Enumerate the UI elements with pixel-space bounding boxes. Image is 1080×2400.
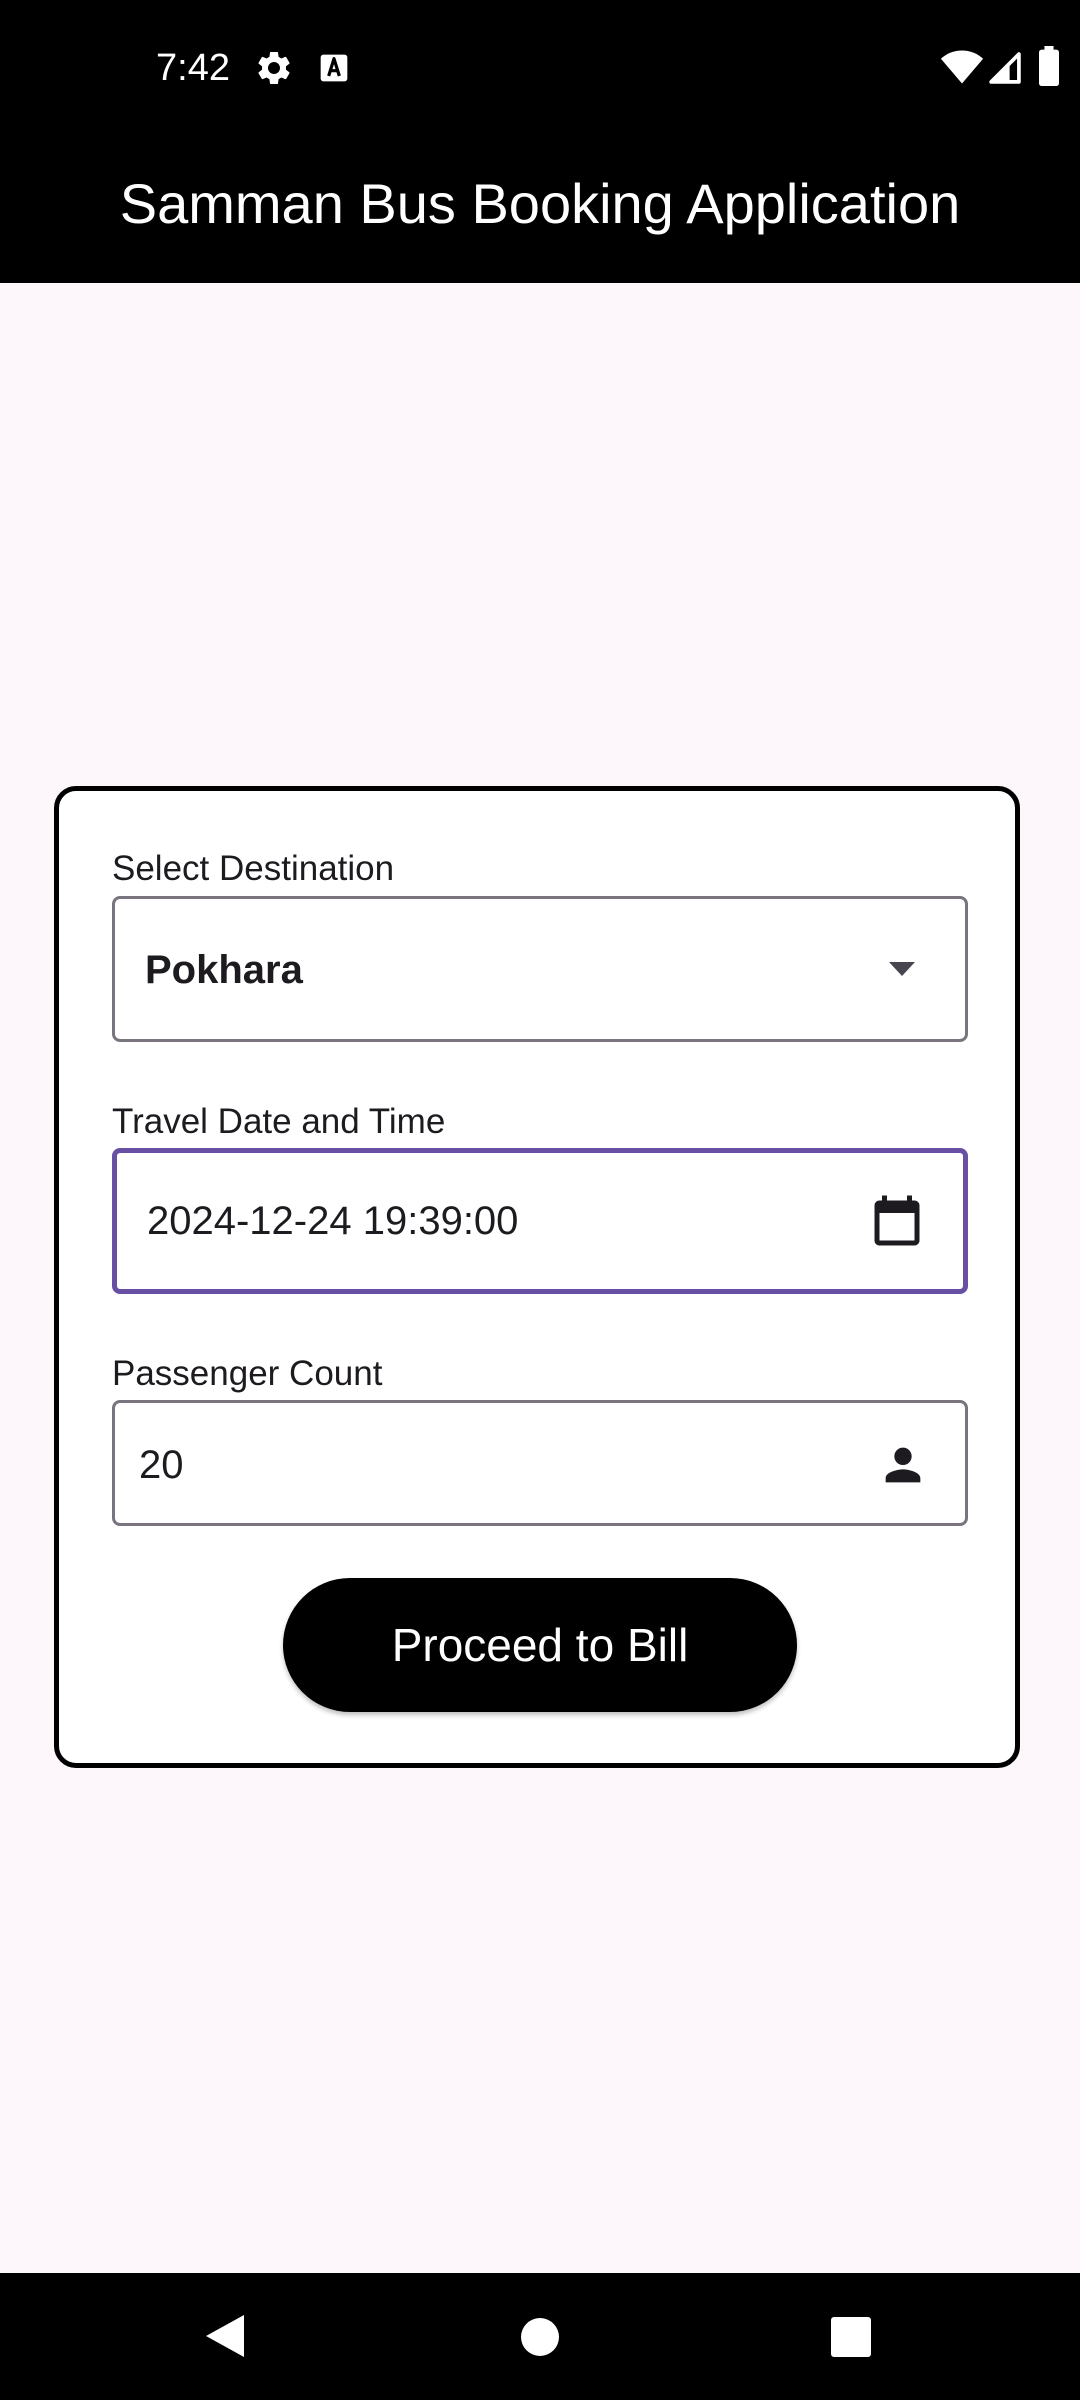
passenger-count-value: 20: [139, 1443, 184, 1487]
passenger-count-field[interactable]: 20: [112, 1400, 968, 1526]
app-bar: Samman Bus Booking Application: [0, 135, 1080, 283]
wifi-icon: [940, 50, 984, 84]
proceed-to-bill-button[interactable]: Proceed to Bill: [283, 1578, 797, 1712]
dropdown-arrow-icon: [889, 962, 915, 976]
status-bar: 7:42: [0, 0, 1080, 135]
travel-date-value: 2024-12-24 19:39:00: [147, 1199, 519, 1243]
destination-dropdown[interactable]: Pokhara: [112, 896, 968, 1042]
navigation-bar: [0, 2273, 1080, 2400]
text-a-icon: [320, 54, 348, 82]
status-time: 7:42: [156, 47, 230, 89]
passenger-count-label: Passenger Count: [112, 1354, 383, 1393]
battery-icon: [1039, 46, 1059, 86]
app-title: Samman Bus Booking Application: [119, 172, 961, 235]
travel-date-label: Travel Date and Time: [112, 1102, 446, 1141]
gear-icon: [258, 51, 290, 84]
home-icon[interactable]: [520, 2317, 560, 2357]
destination-label: Select Destination: [112, 849, 395, 888]
destination-selected-value: Pokhara: [145, 948, 303, 992]
recents-icon[interactable]: [831, 2317, 871, 2357]
travel-date-field[interactable]: 2024-12-24 19:39:00: [112, 1148, 968, 1294]
signal-icon: [989, 52, 1021, 84]
back-icon[interactable]: [204, 2313, 246, 2359]
calendar-icon[interactable]: [867, 1191, 927, 1255]
person-icon: [885, 1447, 921, 1483]
